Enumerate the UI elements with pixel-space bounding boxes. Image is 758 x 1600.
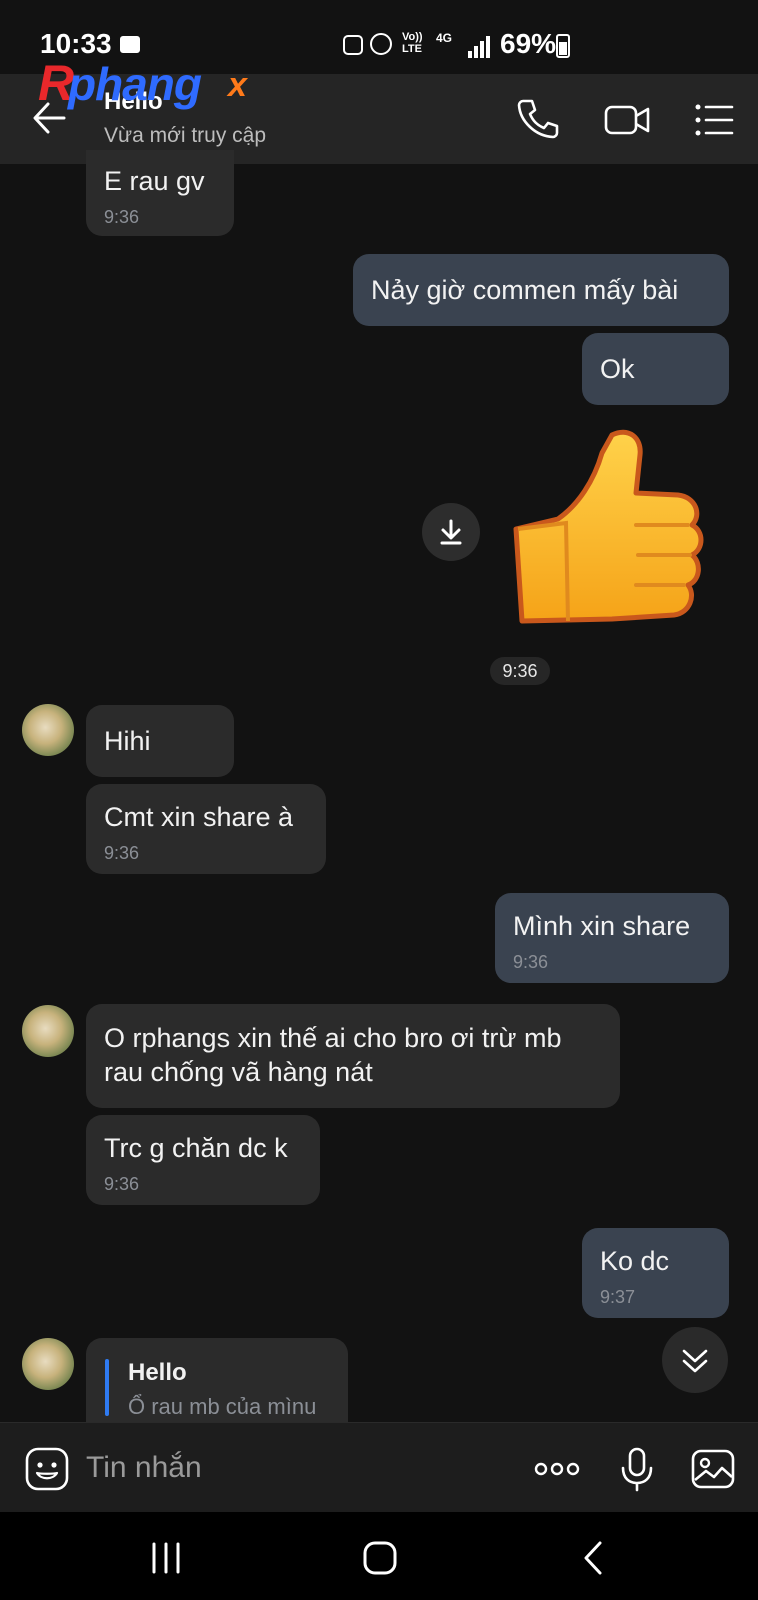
battery-saver-icon: [343, 35, 363, 55]
signal-icon: [468, 34, 490, 58]
volte-indicator: Vo)) LTE: [402, 31, 423, 55]
microphone-icon[interactable]: [614, 1446, 660, 1492]
battery-percentage: 69%: [500, 28, 557, 59]
message-text-line-1: O rphangs xin thế ai cho bro ơi trừ mb: [104, 1023, 562, 1053]
message-text: Mình xin share: [513, 911, 691, 941]
message-text: E rau gv: [104, 166, 205, 196]
alarm-icon: [370, 33, 392, 55]
video-call-icon[interactable]: [603, 98, 650, 142]
back-icon[interactable]: [574, 1538, 614, 1578]
lte-label: LTE: [402, 43, 422, 55]
more-options-icon[interactable]: [532, 1446, 582, 1492]
download-button[interactable]: [422, 503, 480, 561]
emoji-sticker-icon[interactable]: [24, 1446, 70, 1492]
message-text: Ok: [600, 354, 635, 384]
watermark-logo: R phang x: [38, 56, 268, 112]
phone-call-icon[interactable]: [516, 98, 560, 142]
thumbs-up-sticker[interactable]: [508, 425, 714, 641]
message-text: Hihi: [104, 726, 151, 756]
message-input[interactable]: Tin nhắn: [86, 1451, 202, 1485]
message-bubble-incoming[interactable]: Cmt xin share à 9:36: [86, 784, 326, 874]
gallery-image-icon[interactable]: [690, 1446, 736, 1492]
message-bubble-incoming[interactable]: O rphangs xin thế ai cho bro ơi trừ mb r…: [86, 1004, 620, 1108]
message-bubble-incoming[interactable]: Trc g chăn dc k 9:36: [86, 1115, 320, 1205]
contact-avatar[interactable]: [22, 704, 74, 756]
menu-list-icon[interactable]: [692, 98, 736, 142]
battery-icon: [556, 34, 570, 58]
reply-message-bubble[interactable]: Hello Ổ rau mb của mìnu: [86, 1338, 348, 1422]
reply-accent-bar: [105, 1359, 109, 1416]
volte-label: Vo)): [402, 31, 423, 43]
scroll-to-bottom-button[interactable]: [662, 1327, 728, 1393]
svg-text:phang: phang: [66, 58, 202, 110]
message-text: Nảy giờ commen mấy bài: [371, 275, 679, 305]
message-bubble-incoming[interactable]: Hihi: [86, 705, 234, 777]
message-text-line-2: rau chống vã hàng nát: [104, 1057, 373, 1087]
message-text: Cmt xin share à: [104, 802, 294, 832]
message-time: 9:36: [104, 1174, 140, 1194]
message-time: 9:36: [104, 843, 140, 863]
contact-avatar[interactable]: [22, 1338, 74, 1390]
message-bubble-incoming[interactable]: E rau gv 9:36: [86, 150, 234, 236]
reply-quote-name: Hello: [128, 1359, 187, 1386]
network-type-label: 4G: [436, 31, 453, 45]
message-bubble-outgoing[interactable]: Mình xin share 9:36: [495, 893, 729, 983]
message-time: 9:36: [513, 952, 549, 972]
message-time: 9:37: [600, 1287, 636, 1307]
message-text: Trc g chăn dc k: [104, 1133, 288, 1163]
gallery-notification-icon: [120, 36, 140, 53]
message-bubble-outgoing[interactable]: Ok: [582, 333, 729, 405]
svg-text:x: x: [226, 66, 249, 104]
sticker-time: 9:36: [490, 657, 550, 685]
contact-avatar[interactable]: [22, 1005, 74, 1057]
message-bubble-outgoing[interactable]: Nảy giờ commen mấy bài: [353, 254, 729, 326]
reply-quote-text: Ổ rau mb của mìnu: [128, 1394, 317, 1419]
contact-status: Vừa mới truy cập: [104, 124, 267, 147]
message-text: Ko dc: [600, 1246, 670, 1276]
message-bubble-outgoing[interactable]: Ko dc 9:37: [582, 1228, 729, 1318]
home-icon[interactable]: [360, 1538, 400, 1578]
message-time: 9:36: [104, 207, 140, 227]
recent-apps-icon[interactable]: [146, 1538, 186, 1578]
